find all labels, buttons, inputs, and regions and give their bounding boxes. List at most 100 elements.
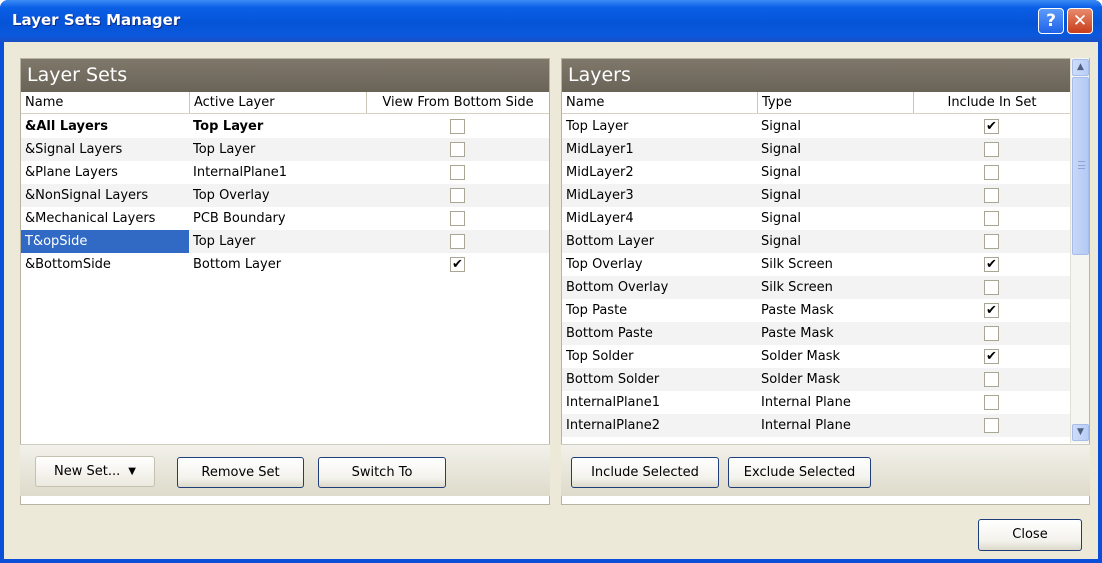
layer-sets-manager-window: Layer Sets Manager ? ✕ Layer Sets Name A…	[0, 0, 1102, 563]
table-row[interactable]: InternalPlane2 Internal Plane	[562, 414, 1070, 437]
view-from-bottom-checkbox[interactable]	[450, 188, 465, 203]
layer-set-name[interactable]: &NonSignal Layers	[21, 184, 189, 207]
table-row[interactable]: MidLayer3 Signal	[562, 184, 1070, 207]
include-selected-button[interactable]: Include Selected	[571, 457, 719, 488]
layer-name[interactable]: InternalPlane1	[562, 391, 757, 414]
layer-name[interactable]: Top Paste	[562, 299, 757, 322]
remove-set-button[interactable]: Remove Set	[177, 457, 304, 488]
include-in-set-checkbox[interactable]	[984, 211, 999, 226]
table-row[interactable]: Bottom Paste Paste Mask	[562, 322, 1070, 345]
layer-name[interactable]: MidLayer1	[562, 138, 757, 161]
exclude-selected-button[interactable]: Exclude Selected	[728, 457, 871, 488]
layer-set-active-layer: PCB Boundary	[193, 211, 286, 226]
table-row[interactable]: Bottom Overlay Silk Screen	[562, 276, 1070, 299]
include-in-set-checkbox[interactable]	[984, 372, 999, 387]
layer-set-name[interactable]: &All Layers	[21, 115, 189, 138]
column-header-name[interactable]: Name	[21, 92, 189, 113]
table-row[interactable]: MidLayer2 Signal	[562, 161, 1070, 184]
table-row[interactable]: InternalPlane1 Internal Plane	[562, 391, 1070, 414]
layer-name[interactable]: Top Solder	[562, 345, 757, 368]
layer-set-name[interactable]: &Mechanical Layers	[21, 207, 189, 230]
layer-set-name[interactable]: &Signal Layers	[21, 138, 189, 161]
layer-name[interactable]: Bottom Paste	[562, 322, 757, 345]
scroll-grip-icon	[1078, 161, 1085, 169]
layer-name[interactable]: Bottom Overlay	[562, 276, 757, 299]
table-row[interactable]: MidLayer1 Signal	[562, 138, 1070, 161]
scroll-down-button[interactable]: ▼	[1072, 424, 1089, 441]
layer-set-name[interactable]: &BottomSide	[21, 253, 189, 276]
view-from-bottom-checkbox[interactable]: ✔	[450, 257, 465, 272]
layer-name[interactable]: Bottom Layer	[562, 230, 757, 253]
view-from-bottom-checkbox[interactable]	[450, 165, 465, 180]
layer-name[interactable]: Top Layer	[562, 115, 757, 138]
layer-type: Internal Plane	[761, 418, 851, 433]
view-from-bottom-checkbox[interactable]	[450, 142, 465, 157]
column-header-type[interactable]: Type	[757, 92, 913, 113]
table-row[interactable]: Top Solder Solder Mask ✔	[562, 345, 1070, 368]
layer-type: Signal	[761, 142, 801, 157]
column-header-include-in-set[interactable]: Include In Set	[913, 92, 1070, 113]
view-from-bottom-checkbox[interactable]	[450, 211, 465, 226]
layer-type: Signal	[761, 234, 801, 249]
close-button[interactable]: Close	[978, 519, 1082, 551]
column-header-view-from-bottom[interactable]: View From Bottom Side	[366, 92, 549, 113]
table-row[interactable]: &Mechanical Layers PCB Boundary	[21, 207, 549, 230]
table-row[interactable]: &NonSignal Layers Top Overlay	[21, 184, 549, 207]
include-in-set-checkbox[interactable]: ✔	[984, 303, 999, 318]
include-in-set-checkbox[interactable]	[984, 326, 999, 341]
layers-header: Layers	[562, 59, 1070, 92]
dialog-client-area: Layer Sets Name Active Layer View From B…	[4, 42, 1098, 559]
table-row[interactable]: Bottom Layer Signal	[562, 230, 1070, 253]
view-from-bottom-checkbox[interactable]	[450, 234, 465, 249]
table-row[interactable]: Top Paste Paste Mask ✔	[562, 299, 1070, 322]
include-in-set-checkbox[interactable]	[984, 418, 999, 433]
layer-type: Signal	[761, 119, 801, 134]
layer-type: Signal	[761, 165, 801, 180]
layer-sets-column-header: Name Active Layer View From Bottom Side	[21, 92, 549, 114]
include-in-set-checkbox[interactable]: ✔	[984, 119, 999, 134]
table-row[interactable]: &All Layers Top Layer	[21, 115, 549, 138]
table-row[interactable]: Bottom Solder Solder Mask	[562, 368, 1070, 391]
include-in-set-checkbox[interactable]	[984, 165, 999, 180]
layers-scrollbar[interactable]: ▲ ▼	[1070, 58, 1089, 443]
include-in-set-checkbox[interactable]	[984, 395, 999, 410]
table-row[interactable]: T&opSide Top Layer	[21, 230, 549, 253]
include-in-set-checkbox[interactable]	[984, 234, 999, 249]
view-from-bottom-checkbox[interactable]	[450, 119, 465, 134]
title-bar[interactable]: Layer Sets Manager ? ✕	[0, 0, 1102, 42]
table-row[interactable]: &Plane Layers InternalPlane1	[21, 161, 549, 184]
close-window-button[interactable]: ✕	[1067, 8, 1093, 34]
layers-panel: Layers Name Type Include In Set Top Laye…	[561, 58, 1090, 505]
layer-set-name[interactable]: &Plane Layers	[21, 161, 189, 184]
table-row[interactable]: &BottomSide Bottom Layer ✔	[21, 253, 549, 276]
layer-type: Silk Screen	[761, 257, 833, 272]
help-button[interactable]: ?	[1038, 8, 1064, 34]
layer-name[interactable]: Top Overlay	[562, 253, 757, 276]
layer-name[interactable]: MidLayer2	[562, 161, 757, 184]
switch-to-button[interactable]: Switch To	[318, 457, 446, 488]
include-in-set-checkbox[interactable]: ✔	[984, 257, 999, 272]
window-title: Layer Sets Manager	[12, 11, 181, 29]
layer-type: Solder Mask	[761, 372, 841, 387]
layer-name[interactable]: MidLayer4	[562, 207, 757, 230]
layer-name[interactable]: Bottom Solder	[562, 368, 757, 391]
layer-name[interactable]: MidLayer3	[562, 184, 757, 207]
include-in-set-checkbox[interactable]	[984, 188, 999, 203]
layer-name[interactable]: InternalPlane2	[562, 414, 757, 437]
chevron-up-icon: ▲	[1077, 62, 1084, 72]
table-row[interactable]: Top Overlay Silk Screen ✔	[562, 253, 1070, 276]
table-row[interactable]: MidLayer4 Signal	[562, 207, 1070, 230]
layer-set-active-layer: InternalPlane1	[193, 165, 288, 180]
dropdown-arrow-icon: ▼	[128, 466, 136, 477]
include-in-set-checkbox[interactable]	[984, 142, 999, 157]
scroll-up-button[interactable]: ▲	[1072, 59, 1089, 76]
include-in-set-checkbox[interactable]	[984, 280, 999, 295]
table-row[interactable]: &Signal Layers Top Layer	[21, 138, 549, 161]
column-header-active-layer[interactable]: Active Layer	[189, 92, 366, 113]
table-row[interactable]: Top Layer Signal ✔	[562, 115, 1070, 138]
layer-set-name[interactable]: T&opSide	[21, 230, 189, 253]
include-in-set-checkbox[interactable]: ✔	[984, 349, 999, 364]
scroll-thumb[interactable]	[1072, 77, 1089, 255]
new-set-button[interactable]: New Set... ▼	[35, 456, 155, 487]
column-header-layer-name[interactable]: Name	[562, 92, 757, 113]
